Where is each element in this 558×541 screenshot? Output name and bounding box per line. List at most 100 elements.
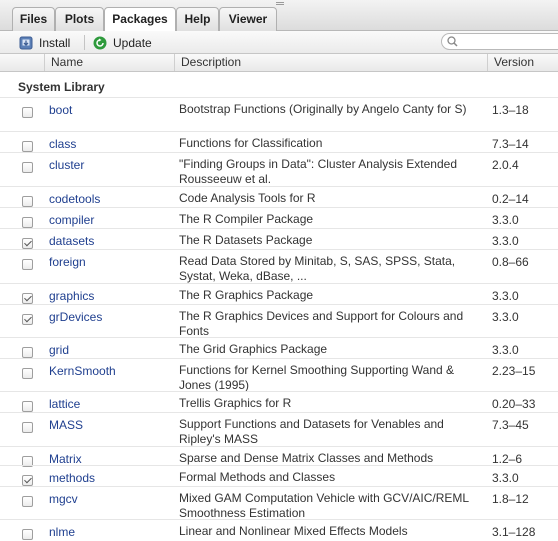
install-label: Install <box>39 35 71 50</box>
table-row: codetools Code Analysis Tools for R 0.2–14 <box>0 186 558 207</box>
package-description: Support Functions and Datasets for Venab… <box>179 417 444 446</box>
package-name-link[interactable]: foreign <box>49 255 86 269</box>
package-version: 0.2–14 <box>492 192 529 206</box>
package-description: "Finding Groups in Data": Cluster Analys… <box>179 157 457 186</box>
search-icon <box>447 36 458 47</box>
package-description: The R Graphics Devices and Support for C… <box>179 309 464 338</box>
search-input[interactable] <box>462 35 557 48</box>
table-row: class Functions for Classification 7.3–14 <box>0 131 558 152</box>
package-description: Trellis Graphics for R <box>179 396 292 410</box>
tab-help[interactable]: Help <box>176 7 219 31</box>
package-loaded-checkbox[interactable] <box>22 196 33 207</box>
table-row: KernSmooth Functions for Kernel Smoothing… <box>0 358 558 392</box>
package-version: 1.2–6 <box>492 452 523 466</box>
package-version: 2.0.4 <box>492 158 519 172</box>
table-row: Matrix Sparse and Dense Matrix Classes an… <box>0 446 558 467</box>
package-name-link[interactable]: compiler <box>49 213 94 227</box>
table-row: cluster "Finding Groups in Data": Cluster… <box>0 152 558 186</box>
package-description: The R Compiler Package <box>179 212 314 226</box>
package-name-link[interactable]: mgcv <box>49 492 78 506</box>
column-header-check[interactable] <box>0 54 44 71</box>
package-name-link[interactable]: datasets <box>49 234 94 248</box>
package-name-link[interactable]: MASS <box>49 418 83 432</box>
tab-packages[interactable]: Packages <box>104 7 176 32</box>
table-row: mgcv Mixed GAM Computation Vehicle with G… <box>0 486 558 520</box>
package-version: 1.3–18 <box>492 103 529 117</box>
package-search-box[interactable] <box>441 33 558 50</box>
package-name-link[interactable]: class <box>49 137 76 151</box>
package-version: 3.1–128 <box>492 525 536 539</box>
package-name-link[interactable]: lattice <box>49 397 80 411</box>
package-loaded-checkbox[interactable] <box>22 259 33 270</box>
package-loaded-checkbox[interactable] <box>22 368 33 379</box>
package-loaded-checkbox[interactable] <box>22 141 33 152</box>
package-loaded-checkbox[interactable] <box>22 217 33 228</box>
package-version: 3.3.0 <box>492 234 519 248</box>
column-header-description[interactable]: Description <box>174 54 487 71</box>
table-row: MASS Support Functions and Datasets for V… <box>0 412 558 446</box>
table-row: compiler The R Compiler Package 3.3.0 <box>0 207 558 228</box>
package-version: 1.8–12 <box>492 492 529 506</box>
package-name-link[interactable]: Matrix <box>49 452 82 466</box>
package-loaded-checkbox[interactable] <box>22 422 33 433</box>
install-button[interactable]: Install <box>19 34 70 51</box>
package-version: 0.20–33 <box>492 397 536 411</box>
table-row: foreign Read Data Stored by Minitab, S, S… <box>0 249 558 283</box>
tab-files[interactable]: Files <box>12 7 55 31</box>
pane-resize-grip[interactable] <box>276 2 284 6</box>
package-version: 3.3.0 <box>492 310 519 324</box>
package-version: 7.3–45 <box>492 418 529 432</box>
package-version: 0.8–66 <box>492 255 529 269</box>
package-description: Sparse and Dense Matrix Classes and Meth… <box>179 451 434 465</box>
package-name-link[interactable]: cluster <box>49 158 84 172</box>
package-name-link[interactable]: grDevices <box>49 310 102 324</box>
section-system-library: System Library <box>18 80 105 94</box>
package-loaded-checkbox[interactable] <box>22 162 33 173</box>
table-row: boot Bootstrap Functions (Originally by A… <box>0 97 558 131</box>
toolbar-separator <box>84 35 85 50</box>
package-version: 3.3.0 <box>492 471 519 485</box>
table-row: datasets The R Datasets Package 3.3.0 <box>0 228 558 249</box>
package-loaded-checkbox[interactable] <box>22 293 33 304</box>
packages-toolbar: Install Update <box>0 31 558 54</box>
package-loaded-checkbox[interactable] <box>22 347 33 358</box>
table-header: Name Description Version <box>0 54 558 72</box>
package-description: Functions for Classification <box>179 136 323 150</box>
column-header-version[interactable]: Version <box>487 54 558 71</box>
package-loaded-checkbox[interactable] <box>22 401 33 412</box>
table-row: lattice Trellis Graphics for R 0.20–33 <box>0 391 558 412</box>
package-version: 3.3.0 <box>492 289 519 303</box>
package-loaded-checkbox[interactable] <box>22 314 33 325</box>
package-name-link[interactable]: KernSmooth <box>49 364 116 378</box>
package-description: Code Analysis Tools for R <box>179 191 316 205</box>
package-name-link[interactable]: boot <box>49 103 72 117</box>
package-loaded-checkbox[interactable] <box>22 529 33 540</box>
table-row: nlme Linear and Nonlinear Mixed Effects M… <box>0 519 558 541</box>
package-name-link[interactable]: codetools <box>49 192 100 206</box>
package-description: Mixed GAM Computation Vehicle with GCV/A… <box>179 491 469 520</box>
table-row: grDevices The R Graphics Devices and Supp… <box>0 304 558 338</box>
tab-viewer[interactable]: Viewer <box>219 7 277 31</box>
package-name-link[interactable]: graphics <box>49 289 94 303</box>
package-description: The Grid Graphics Package <box>179 342 328 356</box>
install-icon <box>19 36 33 49</box>
package-description: Functions for Kernel Smoothing Supportin… <box>179 363 455 392</box>
package-loaded-checkbox[interactable] <box>22 238 33 249</box>
package-version: 7.3–14 <box>492 137 529 151</box>
update-button[interactable]: Update <box>93 34 152 51</box>
package-loaded-checkbox[interactable] <box>22 107 33 118</box>
package-name-link[interactable]: grid <box>49 343 69 357</box>
package-description: Linear and Nonlinear Mixed Effects Model… <box>179 524 408 538</box>
package-name-link[interactable]: nlme <box>49 525 75 539</box>
package-version: 3.3.0 <box>492 213 519 227</box>
table-row: grid The Grid Graphics Package 3.3.0 <box>0 337 558 358</box>
package-version: 3.3.0 <box>492 343 519 357</box>
package-description: Formal Methods and Classes <box>179 470 336 484</box>
column-header-name[interactable]: Name <box>44 54 174 71</box>
package-loaded-checkbox[interactable] <box>22 475 33 486</box>
package-loaded-checkbox[interactable] <box>22 496 33 507</box>
table-row: methods Formal Methods and Classes 3.3.0 <box>0 465 558 486</box>
package-description: Bootstrap Functions (Originally by Angel… <box>179 102 467 116</box>
tab-plots[interactable]: Plots <box>55 7 104 31</box>
package-name-link[interactable]: methods <box>49 471 95 485</box>
